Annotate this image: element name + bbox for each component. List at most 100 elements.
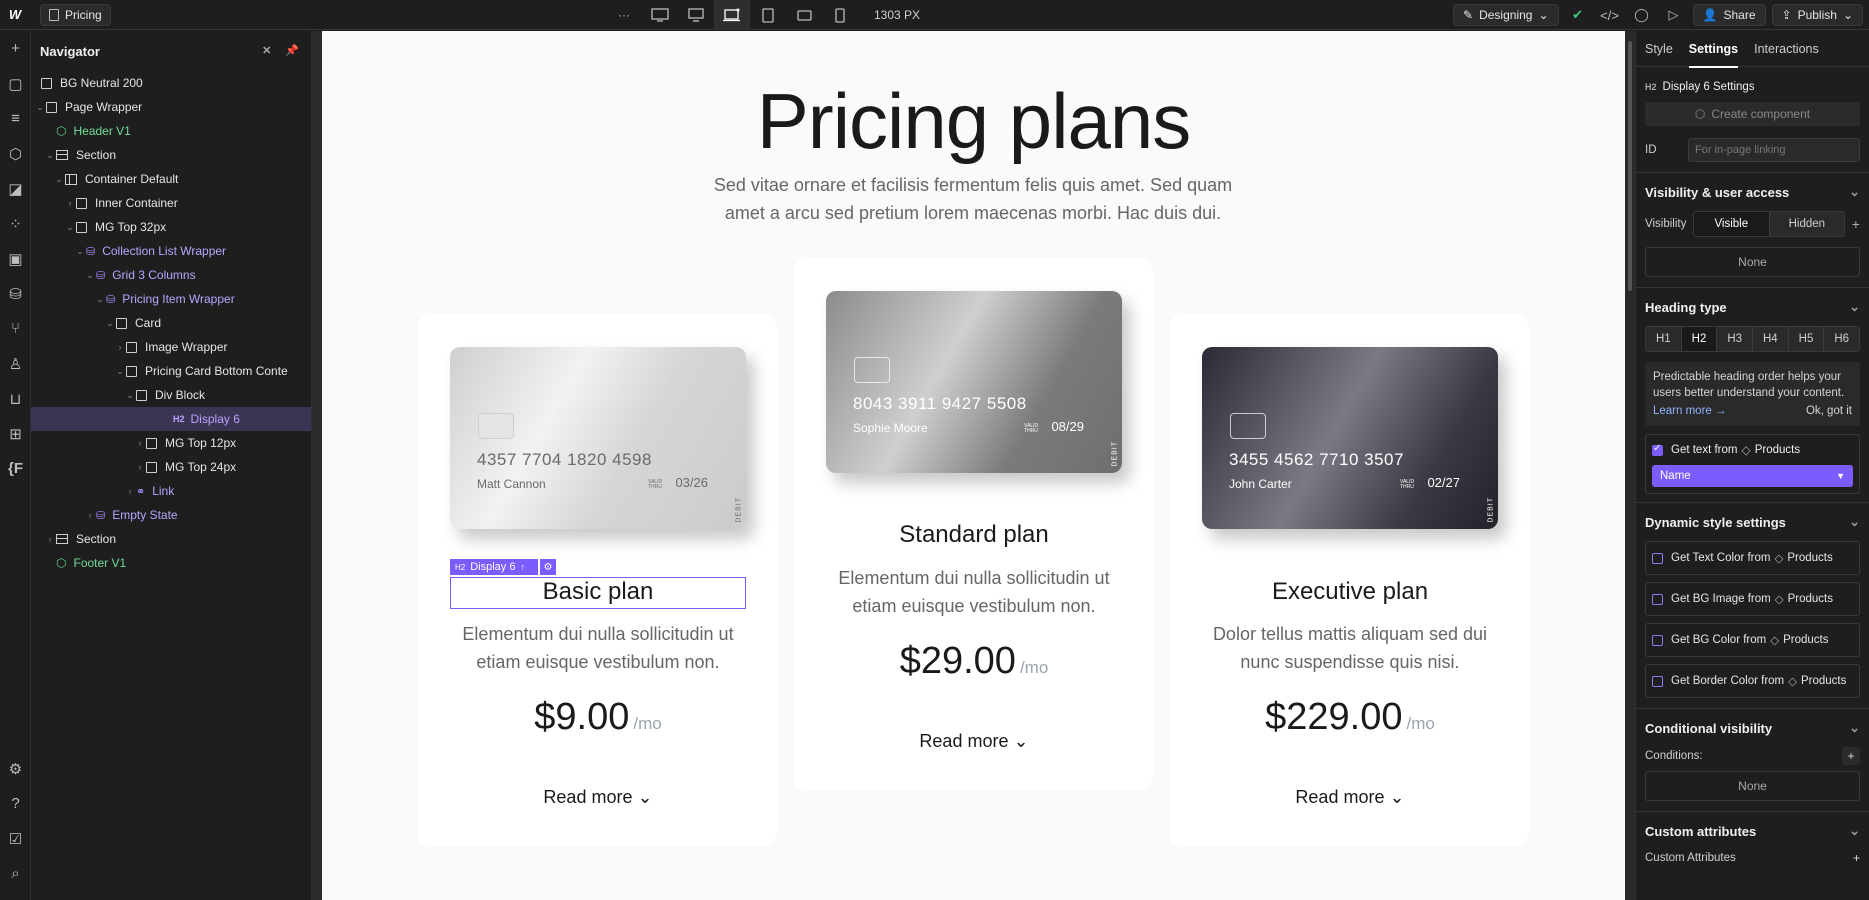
chevron-down-icon[interactable]: ⌄	[74, 246, 86, 257]
tree-item-pricing-card-bottom[interactable]: ⌄ Pricing Card Bottom Conte	[31, 359, 311, 383]
dynamic-border-color[interactable]: Get Border Color from ◇ Products	[1645, 664, 1860, 698]
more-breakpoints-button[interactable]: ···	[606, 0, 642, 30]
tree-item-empty-state[interactable]: › ⛁ Empty State	[31, 503, 311, 527]
tab-style[interactable]: Style	[1645, 31, 1673, 67]
tree-item-footer-v1[interactable]: ⬡ Footer V1	[31, 551, 311, 575]
chevron-right-icon[interactable]: ›	[64, 198, 76, 208]
heading-h5-option[interactable]: H5	[1788, 327, 1825, 351]
dynamic-style-header[interactable]: Dynamic style settings ⌄	[1645, 503, 1860, 541]
pin-icon[interactable]: 📌	[285, 44, 299, 57]
comment-icon[interactable]: ◯	[1629, 2, 1655, 28]
mobile-landscape-icon[interactable]	[786, 0, 822, 30]
chevron-down-icon[interactable]: ⌄	[104, 318, 116, 329]
heading-h1-option[interactable]: H1	[1646, 327, 1682, 351]
variables-icon[interactable]: ⁘	[0, 206, 31, 241]
chevron-down-icon[interactable]: ⌄	[53, 174, 65, 185]
tablet-icon[interactable]	[750, 0, 786, 30]
tree-item-page-wrapper[interactable]: ⌄ Page Wrapper	[31, 95, 311, 119]
chevron-down-icon[interactable]: ⌄	[64, 222, 76, 233]
canvas-scrollbar[interactable]	[1625, 31, 1635, 900]
read-more-link[interactable]: Read more ⌄	[1202, 787, 1498, 808]
chevron-right-icon[interactable]: ›	[114, 342, 126, 352]
conditional-visibility-header[interactable]: Conditional visibility ⌄	[1645, 709, 1860, 747]
tree-item-collection-list-wrapper[interactable]: ⌄ ⛁ Collection List Wrapper	[31, 239, 311, 263]
navigator-scrollbar[interactable]	[312, 31, 322, 900]
chevron-down-icon[interactable]: ⌄	[44, 150, 56, 161]
dynamic-checkbox[interactable]	[1652, 552, 1663, 564]
ok-got-it-button[interactable]: Ok, got it	[1806, 403, 1852, 419]
share-button[interactable]: 👤 Share	[1692, 4, 1766, 26]
custom-attributes-header[interactable]: Custom attributes ⌄	[1645, 812, 1860, 850]
cms-icon[interactable]: ⛁	[0, 276, 31, 311]
dynamic-bg-image[interactable]: Get BG Image from ◇ Products	[1645, 582, 1860, 616]
dynamic-text-color[interactable]: Get Text Color from ◇ Products	[1645, 541, 1860, 575]
heading-type-header[interactable]: Heading type ⌄	[1645, 288, 1860, 326]
add-attribute-icon[interactable]: +	[1853, 851, 1860, 865]
logic-icon[interactable]: ⑂	[0, 311, 31, 346]
components-icon[interactable]: ⬡	[0, 136, 31, 171]
assets-icon[interactable]: ▣	[0, 241, 31, 276]
mode-dropdown[interactable]: ✎ Designing ⌄	[1453, 4, 1559, 26]
read-more-link[interactable]: Read more ⌄	[826, 731, 1122, 752]
chevron-down-icon[interactable]: ⌄	[94, 294, 106, 305]
publish-button[interactable]: ⇪ Publish ⌄	[1771, 4, 1863, 26]
settings-gear-icon[interactable]: ⚙	[540, 559, 556, 575]
audit-check-icon[interactable]: ☑	[0, 821, 31, 856]
field-select[interactable]: Name ▼	[1652, 465, 1853, 487]
chevron-right-icon[interactable]: ›	[44, 534, 56, 544]
collapse-all-icon[interactable]: ✕	[262, 44, 271, 57]
preview-play-icon[interactable]: ▷	[1661, 2, 1687, 28]
heading-h2-option[interactable]: H2	[1681, 327, 1718, 351]
chevron-down-icon[interactable]: ⌄	[84, 270, 96, 281]
dynamic-bg-color[interactable]: Get BG Color from ◇ Products	[1645, 623, 1860, 657]
tree-item-header-v1[interactable]: ⬡ Header V1	[31, 119, 311, 143]
read-more-link[interactable]: Read more ⌄	[450, 787, 746, 808]
tree-item-pricing-item-wrapper[interactable]: ⌄ ⛁ Pricing Item Wrapper	[31, 287, 311, 311]
hidden-option[interactable]: Hidden	[1769, 212, 1845, 236]
tree-item-mg-top-32[interactable]: ⌄ MG Top 32px	[31, 215, 311, 239]
webflow-logo-icon[interactable]: W	[0, 0, 30, 30]
conditions-list[interactable]: None	[1645, 771, 1860, 801]
chevron-right-icon[interactable]: ›	[134, 462, 146, 472]
chevron-right-icon[interactable]: ›	[134, 438, 146, 448]
tree-item-grid-3-columns[interactable]: ⌄ ⛁ Grid 3 Columns	[31, 263, 311, 287]
tree-item-container-default[interactable]: ⌄ Container Default	[31, 167, 311, 191]
settings-gear-icon[interactable]: ⚙	[0, 751, 31, 786]
tree-item-mg-top-12[interactable]: › MG Top 12px	[31, 431, 311, 455]
mobile-portrait-icon[interactable]	[822, 0, 858, 30]
page-selector[interactable]: Pricing	[40, 3, 111, 26]
heading-h6-option[interactable]: H6	[1824, 327, 1859, 351]
tree-item-link[interactable]: › ⚭ Link	[31, 479, 311, 503]
visibility-conditions[interactable]: None	[1645, 247, 1860, 277]
chevron-down-icon[interactable]: ⌄	[124, 390, 136, 401]
code-icon[interactable]: </>	[1597, 2, 1623, 28]
tree-item-inner-container[interactable]: › Inner Container	[31, 191, 311, 215]
heading-h4-option[interactable]: H4	[1753, 327, 1789, 351]
dynamic-checkbox[interactable]	[1652, 634, 1663, 646]
tree-item-bg-neutral[interactable]: BG Neutral 200	[31, 71, 311, 95]
chevron-down-icon[interactable]: ⌄	[34, 102, 46, 113]
add-icon[interactable]: +	[0, 31, 31, 66]
search-icon[interactable]: ⌕	[0, 856, 31, 891]
selected-element-tag[interactable]: H2 Display 6 ↑ ⚙	[450, 559, 556, 575]
users-icon[interactable]: ♙	[0, 346, 31, 381]
help-icon[interactable]: ?	[0, 786, 31, 821]
style-selectors-icon[interactable]: ◪	[0, 171, 31, 206]
pages-icon[interactable]: ▢	[0, 66, 31, 101]
tab-settings[interactable]: Settings	[1688, 31, 1739, 68]
finsweet-icon[interactable]: {F	[0, 451, 31, 486]
dynamic-checkbox[interactable]	[1652, 675, 1663, 687]
dynamic-checkbox[interactable]	[1652, 593, 1663, 605]
tree-item-mg-top-24[interactable]: › MG Top 24px	[31, 455, 311, 479]
apps-icon[interactable]: ⊞	[0, 416, 31, 451]
tree-item-section[interactable]: ⌄ Section	[31, 143, 311, 167]
tree-item-section-2[interactable]: › Section	[31, 527, 311, 551]
desktop-large-icon[interactable]	[642, 0, 678, 30]
add-icon[interactable]: +	[1852, 216, 1860, 232]
tree-item-image-wrapper[interactable]: › Image Wrapper	[31, 335, 311, 359]
scrollbar-thumb[interactable]	[1628, 41, 1632, 291]
navigator-icon[interactable]: ≡	[0, 101, 31, 136]
visibility-section-header[interactable]: Visibility & user access ⌄	[1645, 173, 1860, 211]
heading-h3-option[interactable]: H3	[1717, 327, 1754, 351]
chevron-down-icon[interactable]: ⌄	[114, 366, 126, 377]
